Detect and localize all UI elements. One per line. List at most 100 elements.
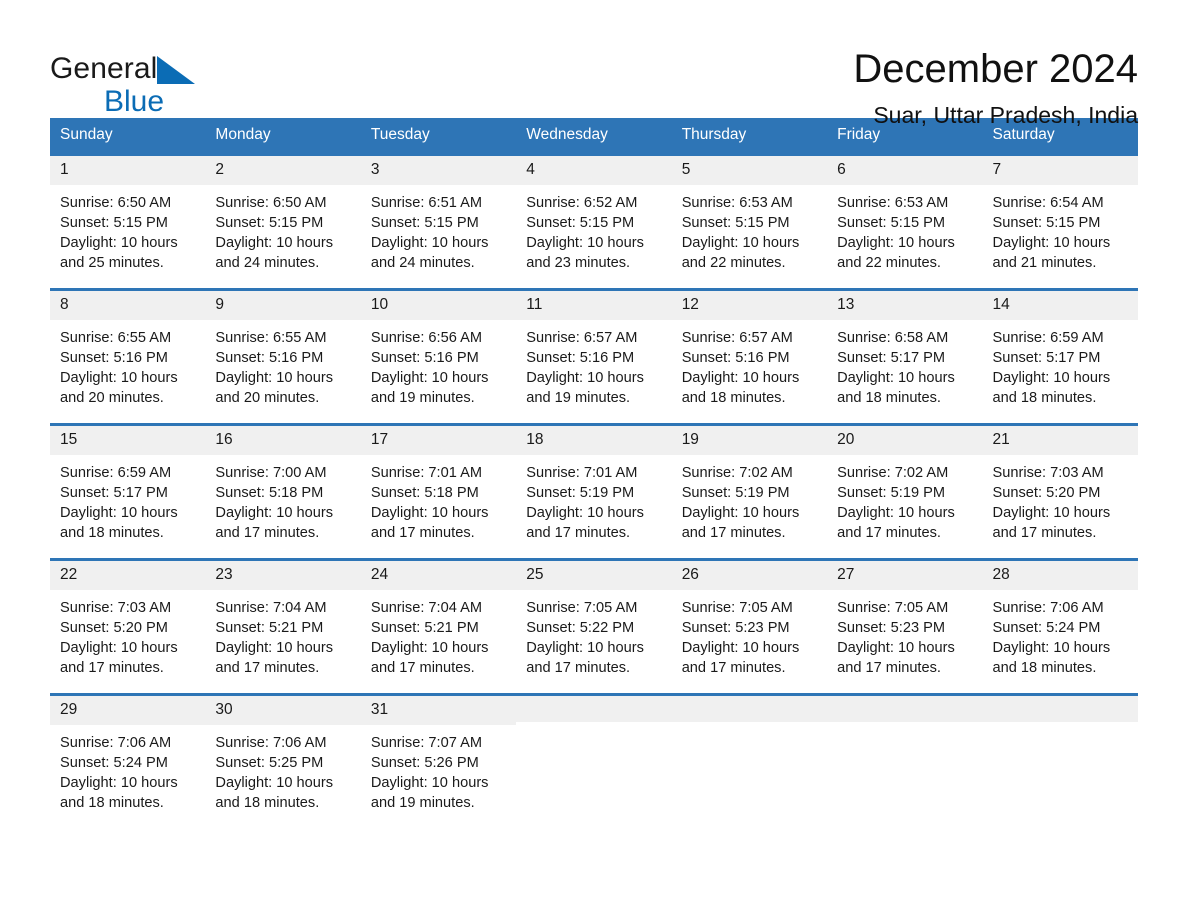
daylight-text-line2: and 17 minutes. [681, 525, 786, 542]
sunrise-text: Sunrise: 6:59 AM [992, 329, 1104, 346]
day-cell[interactable]: 4 Sunrise: 6:52 AM Sunset: 5:15 PM Dayli… [516, 153, 672, 290]
day-cell[interactable]: 7 Sunrise: 6:54 AM Sunset: 5:15 PM Dayli… [982, 153, 1138, 290]
sunset-text: Sunset: 5:23 PM [837, 620, 946, 637]
week-row: 8 Sunrise: 6:55 AM Sunset: 5:16 PM Dayli… [50, 288, 1138, 425]
daylight-text-line1: Daylight: 10 hours [60, 505, 178, 522]
calendar-page: General Blue December 2024 Suar, Uttar P… [0, 0, 1188, 918]
daylight-text-line2: and 17 minutes. [370, 660, 475, 677]
daylight-text-line2: and 17 minutes. [60, 660, 164, 677]
daylight-text-line1: Daylight: 10 hours [837, 640, 955, 657]
day-number: 8 [50, 291, 206, 320]
day-cell[interactable]: 11 Sunrise: 6:57 AM Sunset: 5:16 PM Dayl… [516, 288, 672, 425]
daylight-text-line2: and 17 minutes. [526, 525, 631, 542]
sunrise-text: Sunrise: 7:02 AM [681, 464, 793, 481]
day-number [516, 696, 672, 722]
day-cell[interactable]: 9 Sunrise: 6:55 AM Sunset: 5:16 PM Dayli… [205, 288, 361, 425]
day-cell-empty [671, 693, 828, 830]
day-cell[interactable]: 6 Sunrise: 6:53 AM Sunset: 5:15 PM Dayli… [827, 153, 983, 290]
day-number: 13 [827, 291, 983, 320]
day-cell[interactable]: 25 Sunrise: 7:05 AM Sunset: 5:22 PM Dayl… [516, 558, 672, 695]
sunrise-text: Sunrise: 6:53 AM [681, 194, 793, 211]
day-cell[interactable]: 28 Sunrise: 7:06 AM Sunset: 5:24 PM Dayl… [982, 558, 1138, 695]
daylight-text-line1: Daylight: 10 hours [526, 235, 644, 252]
sunrise-text: Sunrise: 7:06 AM [60, 734, 172, 751]
sunrise-text: Sunrise: 6:56 AM [370, 329, 482, 346]
day-cell[interactable]: 29 Sunrise: 7:06 AM Sunset: 5:24 PM Dayl… [50, 693, 206, 830]
day-details: Sunrise: 7:01 AM Sunset: 5:18 PM Dayligh… [361, 455, 516, 544]
sunset-text: Sunset: 5:20 PM [992, 485, 1101, 502]
daylight-text-line2: and 17 minutes. [370, 525, 475, 542]
day-cell[interactable]: 10 Sunrise: 6:56 AM Sunset: 5:16 PM Dayl… [360, 288, 517, 425]
day-cell[interactable]: 27 Sunrise: 7:05 AM Sunset: 5:23 PM Dayl… [827, 558, 983, 695]
day-number: 19 [671, 426, 828, 455]
sunset-text: Sunset: 5:15 PM [370, 215, 479, 232]
day-cell[interactable]: 19 Sunrise: 7:02 AM Sunset: 5:19 PM Dayl… [671, 423, 828, 560]
day-number: 31 [360, 696, 517, 725]
day-details: Sunrise: 6:57 AM Sunset: 5:16 PM Dayligh… [516, 320, 671, 409]
day-cell[interactable]: 12 Sunrise: 6:57 AM Sunset: 5:16 PM Dayl… [671, 288, 828, 425]
day-details: Sunrise: 7:01 AM Sunset: 5:19 PM Dayligh… [516, 455, 671, 544]
page-header: General Blue December 2024 Suar, Uttar P… [50, 0, 1138, 129]
sunrise-text: Sunrise: 6:57 AM [526, 329, 638, 346]
day-cell[interactable]: 22 Sunrise: 7:03 AM Sunset: 5:20 PM Dayl… [50, 558, 206, 695]
day-cell[interactable]: 8 Sunrise: 6:55 AM Sunset: 5:16 PM Dayli… [50, 288, 206, 425]
day-cell[interactable]: 3 Sunrise: 6:51 AM Sunset: 5:15 PM Dayli… [360, 153, 517, 290]
day-number: 20 [827, 426, 983, 455]
day-cell[interactable]: 14 Sunrise: 6:59 AM Sunset: 5:17 PM Dayl… [982, 288, 1138, 425]
daylight-text-line2: and 18 minutes. [215, 795, 320, 812]
day-cell[interactable]: 15 Sunrise: 6:59 AM Sunset: 5:17 PM Dayl… [50, 423, 206, 560]
day-cell[interactable]: 21 Sunrise: 7:03 AM Sunset: 5:20 PM Dayl… [982, 423, 1138, 560]
day-number: 2 [205, 156, 361, 185]
day-cell[interactable]: 26 Sunrise: 7:05 AM Sunset: 5:23 PM Dayl… [671, 558, 828, 695]
sunrise-text: Sunrise: 6:51 AM [370, 194, 482, 211]
daylight-text-line2: and 20 minutes. [60, 390, 164, 407]
day-cell[interactable]: 5 Sunrise: 6:53 AM Sunset: 5:15 PM Dayli… [671, 153, 828, 290]
day-cell[interactable]: 30 Sunrise: 7:06 AM Sunset: 5:25 PM Dayl… [205, 693, 361, 830]
sunrise-text: Sunrise: 6:55 AM [215, 329, 327, 346]
day-number: 25 [516, 561, 672, 590]
day-cell[interactable]: 13 Sunrise: 6:58 AM Sunset: 5:17 PM Dayl… [827, 288, 983, 425]
daylight-text-line2: and 17 minutes. [681, 660, 786, 677]
sunrise-text: Sunrise: 6:57 AM [681, 329, 793, 346]
day-cell[interactable]: 20 Sunrise: 7:02 AM Sunset: 5:19 PM Dayl… [827, 423, 983, 560]
day-details [983, 722, 1138, 730]
day-details: Sunrise: 7:00 AM Sunset: 5:18 PM Dayligh… [205, 455, 360, 544]
day-cell[interactable]: 1 Sunrise: 6:50 AM Sunset: 5:15 PM Dayli… [50, 153, 206, 290]
day-cell[interactable]: 16 Sunrise: 7:00 AM Sunset: 5:18 PM Dayl… [205, 423, 361, 560]
day-number: 22 [50, 561, 206, 590]
daylight-text-line2: and 17 minutes. [526, 660, 631, 677]
daylight-text-line1: Daylight: 10 hours [60, 235, 178, 252]
daylight-text-line2: and 19 minutes. [370, 795, 475, 812]
day-details: Sunrise: 6:54 AM Sunset: 5:15 PM Dayligh… [983, 185, 1138, 274]
sunset-text: Sunset: 5:16 PM [60, 350, 168, 367]
day-details: Sunrise: 6:55 AM Sunset: 5:16 PM Dayligh… [50, 320, 205, 409]
daylight-text-line2: and 24 minutes. [215, 255, 320, 272]
brand-name-general: General [50, 52, 158, 85]
sunset-text: Sunset: 5:19 PM [681, 485, 790, 502]
day-details: Sunrise: 6:56 AM Sunset: 5:16 PM Dayligh… [361, 320, 516, 409]
day-details: Sunrise: 7:05 AM Sunset: 5:22 PM Dayligh… [516, 590, 671, 679]
day-cell[interactable]: 23 Sunrise: 7:04 AM Sunset: 5:21 PM Dayl… [205, 558, 361, 695]
day-number: 28 [982, 561, 1138, 590]
day-cell[interactable]: 17 Sunrise: 7:01 AM Sunset: 5:18 PM Dayl… [360, 423, 517, 560]
sunrise-text: Sunrise: 7:05 AM [837, 599, 949, 616]
sunrise-text: Sunrise: 7:01 AM [370, 464, 482, 481]
day-cell[interactable]: 31 Sunrise: 7:07 AM Sunset: 5:26 PM Dayl… [360, 693, 517, 830]
daylight-text-line2: and 19 minutes. [370, 390, 475, 407]
brand-logo[interactable]: General Blue [50, 46, 250, 118]
day-cell[interactable]: 18 Sunrise: 7:01 AM Sunset: 5:19 PM Dayl… [516, 423, 672, 560]
daylight-text-line1: Daylight: 10 hours [681, 640, 800, 657]
day-details [672, 722, 827, 730]
daylight-text-line1: Daylight: 10 hours [681, 370, 800, 387]
daylight-text-line1: Daylight: 10 hours [992, 505, 1111, 522]
day-number [982, 696, 1138, 722]
day-number: 23 [205, 561, 361, 590]
daylight-text-line1: Daylight: 10 hours [992, 235, 1111, 252]
sunset-text: Sunset: 5:17 PM [992, 350, 1101, 367]
sunset-text: Sunset: 5:16 PM [526, 350, 635, 367]
sun-times-calendar: Sunday Monday Tuesday Wednesday Thursday… [50, 118, 1138, 830]
day-details: Sunrise: 6:53 AM Sunset: 5:15 PM Dayligh… [672, 185, 827, 274]
sunset-text: Sunset: 5:15 PM [526, 215, 635, 232]
day-cell[interactable]: 2 Sunrise: 6:50 AM Sunset: 5:15 PM Dayli… [205, 153, 361, 290]
day-cell[interactable]: 24 Sunrise: 7:04 AM Sunset: 5:21 PM Dayl… [360, 558, 517, 695]
